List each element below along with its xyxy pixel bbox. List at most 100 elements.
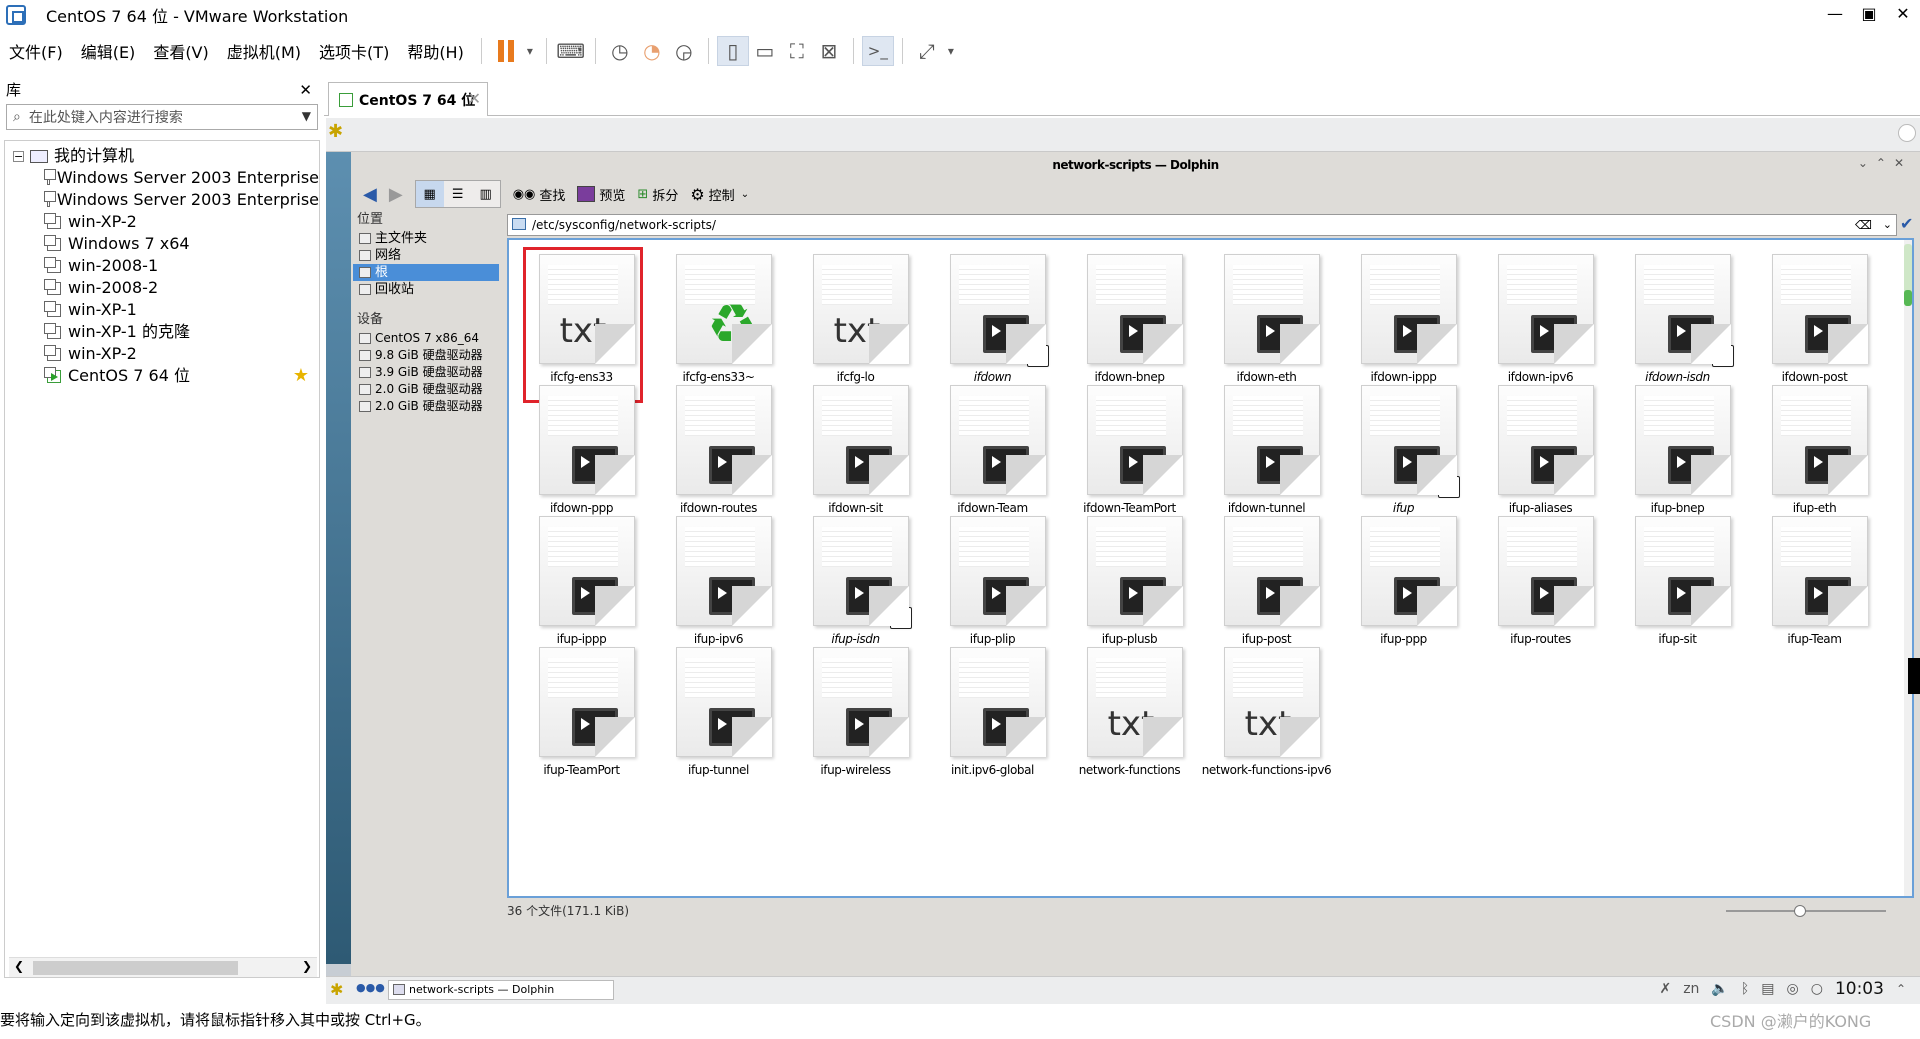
control-button[interactable]: ⚙ 控制 ⌄ bbox=[684, 180, 755, 208]
icons-view-button[interactable]: ▦ bbox=[415, 181, 444, 207]
file-item[interactable]: ifdown-TeamPort bbox=[1061, 381, 1198, 515]
power-icon[interactable]: ○ bbox=[1811, 981, 1823, 997]
back-button[interactable]: ◀ bbox=[357, 180, 383, 208]
menu-launcher-icon[interactable]: ✱ bbox=[330, 980, 343, 999]
file-item[interactable]: ifdown-routes bbox=[650, 381, 787, 515]
snapshot-button[interactable]: ◷ bbox=[604, 36, 636, 66]
vm-list-item[interactable]: win-2008-2 bbox=[5, 277, 319, 299]
find-button[interactable]: ◉◉ 查找 bbox=[507, 180, 572, 208]
minimize-button[interactable]: — bbox=[1818, 0, 1852, 30]
file-item[interactable]: ifdown-isdn bbox=[1609, 250, 1746, 384]
file-item[interactable]: ifup-ppp bbox=[1335, 512, 1472, 646]
keyboard-layout-icon[interactable]: ✗ bbox=[1659, 981, 1671, 997]
favorite-star-icon[interactable]: ★ bbox=[293, 365, 309, 387]
place-item[interactable]: 网络 bbox=[351, 247, 501, 264]
device-item[interactable]: CentOS 7 x86_64 bbox=[351, 330, 501, 347]
details-view-button[interactable]: ☰ bbox=[443, 181, 472, 207]
file-item[interactable]: txt network-functions-ipv6 bbox=[1198, 643, 1335, 777]
device-item[interactable]: 3.9 GiB 硬盘驱动器 bbox=[351, 364, 501, 381]
show-library-button[interactable]: ▯ bbox=[716, 36, 749, 66]
go-check-icon[interactable]: ✔ bbox=[1900, 214, 1918, 236]
vm-list-item[interactable]: CentOS 7 64 位 ★ bbox=[5, 365, 319, 387]
pause-button[interactable] bbox=[490, 36, 522, 66]
power-dropdown-icon[interactable]: ▾ bbox=[522, 36, 538, 66]
file-item[interactable]: init.ipv6-global bbox=[924, 643, 1061, 777]
clear-location-icon[interactable]: ⌫ bbox=[1855, 215, 1872, 235]
close-tab-button[interactable]: ✕ bbox=[468, 89, 481, 108]
place-item[interactable]: 根 bbox=[353, 264, 499, 281]
taskbar-dolphin-item[interactable]: network-scripts — Dolphin bbox=[388, 980, 614, 1000]
clipboard-icon[interactable]: ▤ bbox=[1761, 981, 1774, 997]
menu-file[interactable]: 文件(F) bbox=[0, 39, 72, 63]
file-item[interactable]: ifup-post bbox=[1198, 512, 1335, 646]
file-item[interactable]: ifup-sit bbox=[1609, 512, 1746, 646]
vm-list-item[interactable]: Windows Server 2003 Enterprise bbox=[5, 167, 319, 189]
scroll-left-icon[interactable]: ❮ bbox=[14, 959, 24, 973]
menu-vm[interactable]: 虚拟机(M) bbox=[218, 39, 310, 63]
panel-expand-icon[interactable]: ⌃ bbox=[1896, 982, 1906, 996]
location-dropdown-icon[interactable]: ⌄ bbox=[1883, 215, 1892, 235]
vm-list-item[interactable]: win-XP-1 bbox=[5, 299, 319, 321]
file-item[interactable]: txt ifcfg-lo bbox=[787, 250, 924, 384]
device-item[interactable]: 2.0 GiB 硬盘驱动器 bbox=[351, 381, 501, 398]
file-item[interactable]: txt ifcfg-ens33 bbox=[513, 247, 650, 403]
place-item[interactable]: 主文件夹 bbox=[351, 230, 501, 247]
network-icon[interactable]: ◎ bbox=[1787, 981, 1799, 997]
file-view-scrollbar[interactable] bbox=[1904, 240, 1912, 896]
thumbnail-bar-button[interactable]: ▭ bbox=[749, 36, 781, 66]
file-item[interactable]: ifdown-ipv6 bbox=[1472, 250, 1609, 384]
close-window-button[interactable]: ✕ bbox=[1886, 0, 1920, 30]
file-item[interactable]: txt network-functions bbox=[1061, 643, 1198, 777]
file-item[interactable]: ifdown-ippp bbox=[1335, 250, 1472, 384]
forward-button[interactable]: ▶ bbox=[383, 180, 409, 208]
file-item[interactable]: ifup-bnep bbox=[1609, 381, 1746, 515]
bluetooth-icon[interactable]: ᛒ bbox=[1741, 981, 1749, 997]
place-item[interactable]: 回收站 bbox=[351, 281, 501, 298]
tab-centos[interactable]: CentOS 7 64 位 ✕ bbox=[328, 82, 488, 116]
vm-list-item[interactable]: win-2008-1 bbox=[5, 255, 319, 277]
file-item[interactable]: ifup-ipv6 bbox=[650, 512, 787, 646]
file-item[interactable]: ifdown-tunnel bbox=[1198, 381, 1335, 515]
send-ctrl-alt-del-button[interactable]: ⌨ bbox=[555, 36, 587, 66]
file-item[interactable]: ifup-routes bbox=[1472, 512, 1609, 646]
revert-snapshot-button[interactable]: ◔ bbox=[636, 36, 668, 66]
columns-view-button[interactable]: ▥ bbox=[471, 181, 500, 207]
tree-root-my-computer[interactable]: − 我的计算机 bbox=[5, 145, 319, 167]
restore-button[interactable]: ▣ bbox=[1852, 0, 1886, 30]
vm-list-item[interactable]: win-XP-1 的克隆 bbox=[5, 321, 319, 343]
vm-list-item[interactable]: Windows 7 x64 bbox=[5, 233, 319, 255]
dolphin-window-controls[interactable]: ⌄⌃✕ bbox=[1858, 156, 1912, 170]
stretch-button[interactable]: ⤢ bbox=[911, 36, 943, 66]
vm-list-item[interactable]: win-XP-2 bbox=[5, 211, 319, 233]
file-item[interactable]: ♻ ifcfg-ens33~ bbox=[650, 250, 787, 384]
file-item[interactable]: ifup-Team bbox=[1746, 512, 1883, 646]
menu-edit[interactable]: 编辑(E) bbox=[72, 39, 145, 63]
file-item[interactable]: ifup-isdn bbox=[787, 512, 924, 646]
console-view-button[interactable]: >_ bbox=[861, 36, 894, 66]
split-button[interactable]: ⊞ 拆分 bbox=[631, 180, 684, 208]
preview-button[interactable]: 预览 bbox=[571, 180, 631, 208]
file-item[interactable]: ifdown-eth bbox=[1198, 250, 1335, 384]
file-item[interactable]: ifup-TeamPort bbox=[513, 643, 650, 777]
dots-icon[interactable]: ●●● bbox=[356, 981, 385, 994]
file-item[interactable]: ifup bbox=[1335, 381, 1472, 515]
file-item[interactable]: ifdown-sit bbox=[787, 381, 924, 515]
device-item[interactable]: 9.8 GiB 硬盘驱动器 bbox=[351, 347, 501, 364]
close-library-button[interactable]: ✕ bbox=[299, 78, 312, 102]
zoom-slider[interactable] bbox=[1726, 904, 1886, 918]
device-item[interactable]: 2.0 GiB 硬盘驱动器 bbox=[351, 398, 501, 415]
file-item[interactable]: ifdown-Team bbox=[924, 381, 1061, 515]
unity-button[interactable]: ⊠ bbox=[813, 36, 845, 66]
location-bar[interactable]: /etc/sysconfig/network-scripts/ ⌫ ⌄ bbox=[507, 214, 1897, 236]
scrollbar-thumb[interactable] bbox=[33, 961, 238, 975]
vm-list-item[interactable]: win-XP-2 bbox=[5, 343, 319, 365]
input-language[interactable]: zn bbox=[1683, 981, 1699, 997]
stretch-dropdown-icon[interactable]: ▾ bbox=[943, 36, 959, 66]
fullscreen-button[interactable]: ⛶ bbox=[781, 36, 813, 66]
panel-circle-icon[interactable] bbox=[1898, 124, 1916, 142]
file-view[interactable]: txt ifcfg-ens33 ♻ ifcfg-ens33~ txt ifcfg-lo if… bbox=[507, 238, 1914, 898]
side-panel-handle[interactable] bbox=[1908, 658, 1920, 694]
file-item[interactable]: ifup-aliases bbox=[1472, 381, 1609, 515]
search-dropdown-icon[interactable]: ▼ bbox=[302, 109, 311, 123]
file-item[interactable]: ifup-plip bbox=[924, 512, 1061, 646]
